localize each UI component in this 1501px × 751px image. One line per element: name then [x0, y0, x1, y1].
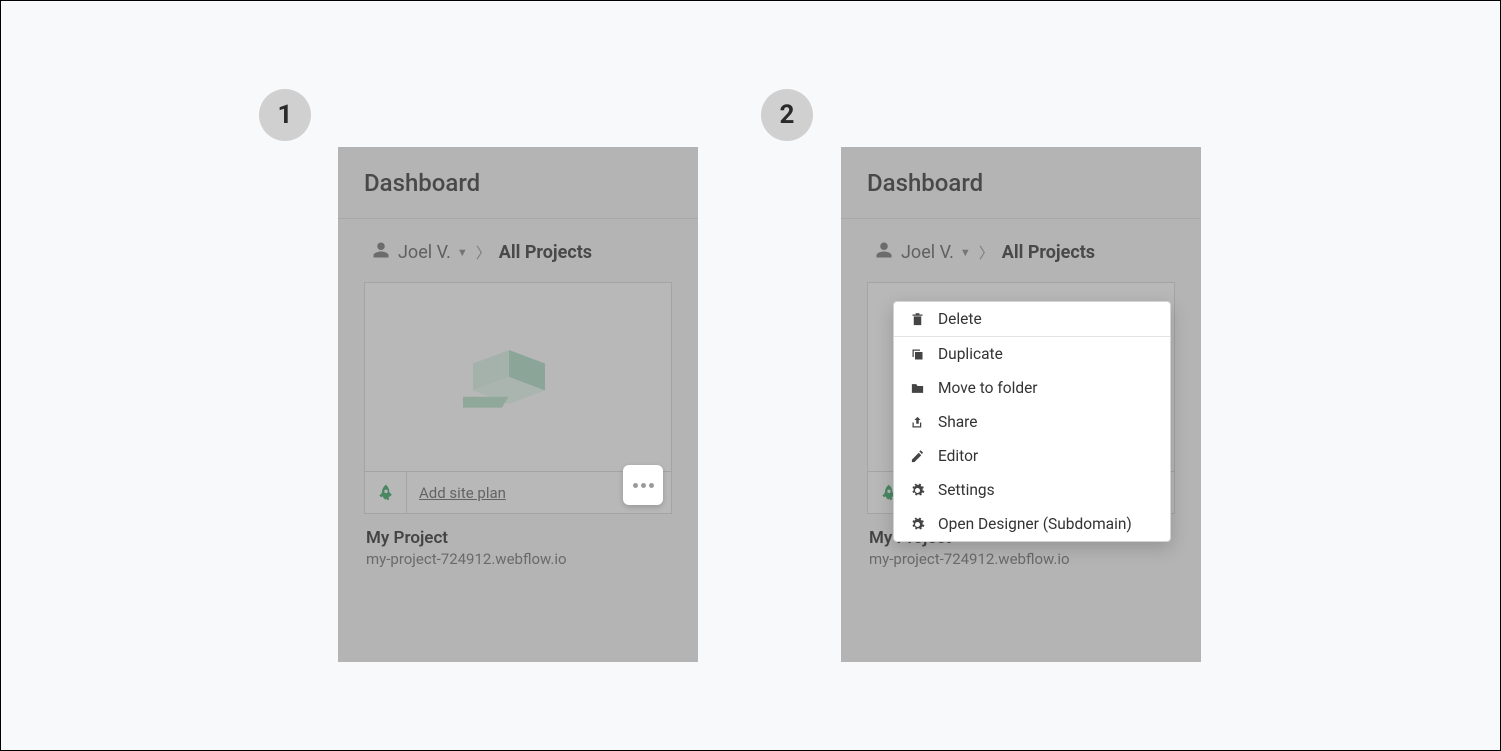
panel-header: Dashboard — [338, 147, 698, 219]
project-url[interactable]: my-project-724912.webflow.io — [869, 550, 1173, 568]
page-title: Dashboard — [364, 169, 480, 197]
dot-icon — [649, 483, 654, 488]
preview-illustration — [463, 332, 573, 422]
step-badge-1: 1 — [259, 89, 311, 141]
project-card[interactable]: Add site plan — [364, 282, 672, 514]
user-icon — [372, 241, 390, 264]
dashboard-panel-step-1: Dashboard Joel V. ▼ 〉 All Projects — [338, 147, 698, 662]
caret-down-icon[interactable]: ▼ — [960, 246, 971, 259]
dot-icon — [633, 483, 638, 488]
menu-item-move[interactable]: Move to folder — [894, 371, 1170, 405]
breadcrumb-current[interactable]: All Projects — [499, 242, 592, 263]
menu-item-duplicate[interactable]: Duplicate — [894, 337, 1170, 371]
breadcrumb-user[interactable]: Joel V. — [398, 242, 451, 263]
step-number: 2 — [780, 100, 795, 130]
menu-label: Duplicate — [938, 345, 1003, 363]
menu-label: Settings — [938, 481, 995, 499]
menu-item-settings[interactable]: Settings — [894, 473, 1170, 507]
menu-label: Share — [938, 413, 978, 431]
project-context-menu: Delete Duplicate Move to folder Share Ed… — [893, 301, 1171, 542]
chevron-right-icon: 〉 — [476, 242, 491, 263]
project-name[interactable]: My Project — [366, 528, 670, 548]
step-number: 1 — [278, 100, 293, 130]
project-meta: My Project my-project-724912.webflow.io — [338, 514, 698, 568]
rocket-icon[interactable] — [365, 472, 407, 513]
menu-item-delete[interactable]: Delete — [894, 302, 1170, 337]
pencil-icon — [908, 449, 926, 464]
menu-item-editor[interactable]: Editor — [894, 439, 1170, 473]
duplicate-icon — [908, 347, 926, 362]
menu-label: Open Designer (Subdomain) — [938, 515, 1132, 533]
menu-label: Editor — [938, 447, 978, 465]
breadcrumb-current[interactable]: All Projects — [1002, 242, 1095, 263]
menu-label: Delete — [938, 310, 982, 328]
dot-icon — [641, 483, 646, 488]
menu-item-open-designer[interactable]: Open Designer (Subdomain) — [894, 507, 1170, 541]
share-icon — [908, 415, 926, 430]
dashboard-panel-step-2: Dashboard Joel V. ▼ 〉 All Projects — [841, 147, 1201, 662]
menu-label: Move to folder — [938, 379, 1038, 397]
page-title: Dashboard — [867, 169, 983, 197]
caret-down-icon[interactable]: ▼ — [457, 246, 468, 259]
more-options-button[interactable] — [623, 465, 663, 505]
gear-icon — [908, 517, 926, 532]
panel-header: Dashboard — [841, 147, 1201, 219]
trash-icon — [908, 312, 926, 327]
project-url[interactable]: my-project-724912.webflow.io — [366, 550, 670, 568]
project-preview — [365, 283, 671, 471]
step-badge-2: 2 — [761, 89, 813, 141]
folder-icon — [908, 381, 926, 396]
add-site-plan-label: Add site plan — [419, 484, 506, 502]
menu-item-share[interactable]: Share — [894, 405, 1170, 439]
user-icon — [875, 241, 893, 264]
breadcrumb: Joel V. ▼ 〉 All Projects — [338, 219, 698, 282]
chevron-right-icon: 〉 — [979, 242, 994, 263]
breadcrumb-user[interactable]: Joel V. — [901, 242, 954, 263]
gear-icon — [908, 483, 926, 498]
breadcrumb: Joel V. ▼ 〉 All Projects — [841, 219, 1201, 282]
